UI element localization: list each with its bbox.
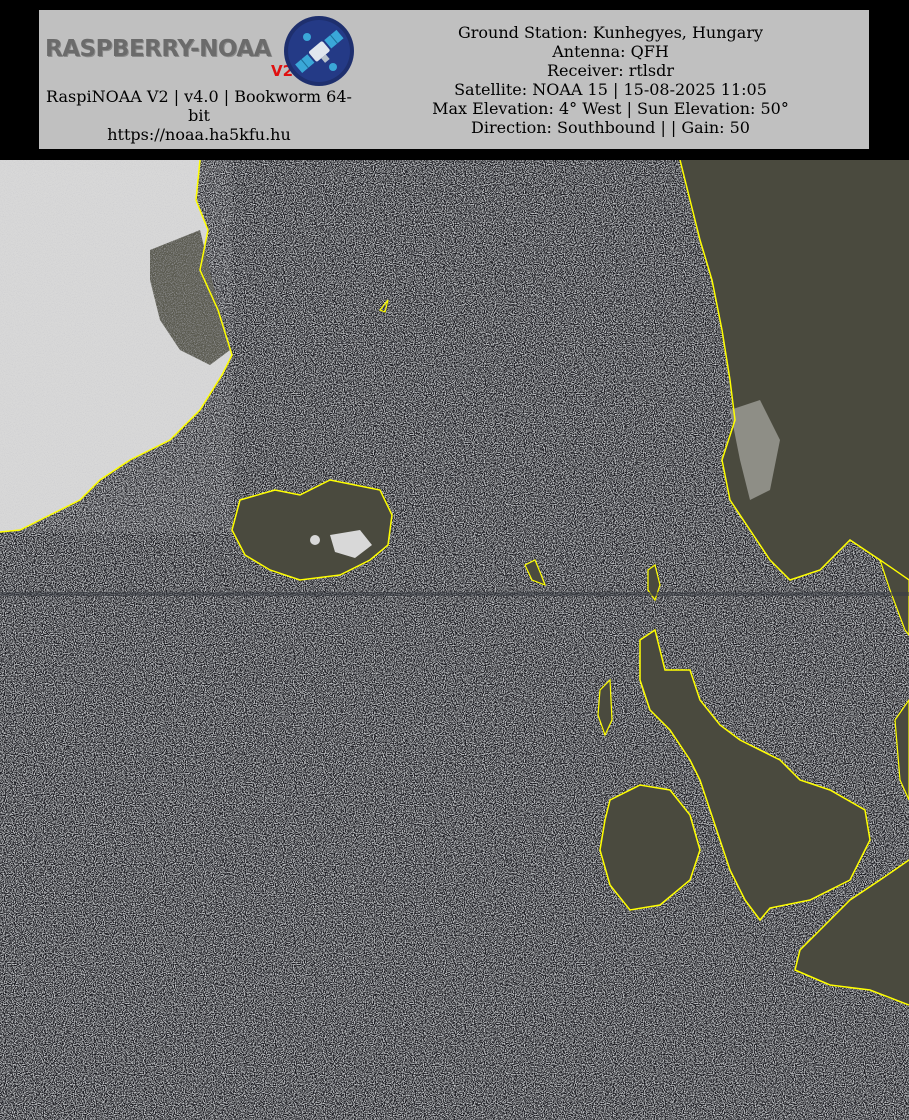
station-website: https://noaa.ha5kfu.hu (107, 125, 291, 144)
direction-line: Direction: Southbound | | Gain: 50 (471, 118, 750, 137)
antenna-line: Antenna: QFH (552, 42, 669, 61)
satellite-image-map (0, 160, 909, 1120)
scan-line-artifact (0, 592, 909, 596)
pass-info-panel: RASPBERRY-NOAA V2 RaspiNOAA V2 | v4.0 | … (39, 10, 869, 149)
receiver-line: Receiver: rtlsdr (547, 61, 674, 80)
software-version: RaspiNOAA V2 | v4.0 | Bookworm 64-bit (46, 87, 352, 125)
raspberry-noaa-logo: RASPBERRY-NOAA V2 (45, 14, 355, 90)
elevation-line: Max Elevation: 4° West | Sun Elevation: … (432, 99, 789, 118)
pass-details: Ground Station: Kunhegyes, Hungary Anten… (417, 23, 804, 137)
satellite-line: Satellite: NOAA 15 | 15-08-2025 11:05 (454, 80, 767, 99)
ground-station-line: Ground Station: Kunhegyes, Hungary (457, 23, 764, 42)
satellite-icon (284, 16, 354, 86)
header-band: RASPBERRY-NOAA V2 RaspiNOAA V2 | v4.0 | … (0, 0, 909, 160)
software-caption: RaspiNOAA V2 | v4.0 | Bookworm 64-bit ht… (39, 87, 359, 144)
logo-wordmark: RASPBERRY-NOAA (45, 36, 271, 62)
